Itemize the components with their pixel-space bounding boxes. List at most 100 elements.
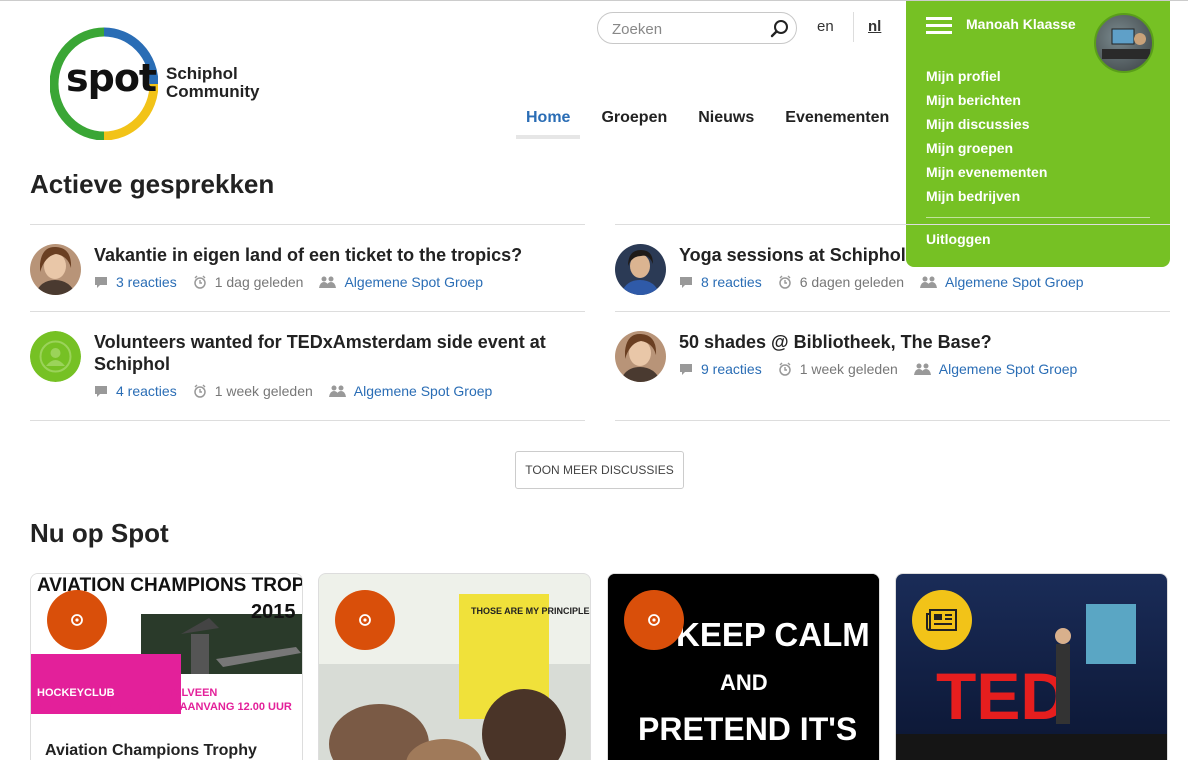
- author-avatar[interactable]: [615, 331, 666, 382]
- search-box: [597, 12, 797, 44]
- divider: [30, 311, 585, 312]
- user-avatar[interactable]: [1094, 13, 1154, 73]
- event-icon: [359, 614, 371, 626]
- poster-year: 2015: [251, 601, 296, 623]
- discussion-item[interactable]: 50 shades @ Bibliotheek, The Base? 9 rea…: [615, 331, 1170, 401]
- section-title-now: Nu op Spot: [30, 518, 169, 548]
- news-badge: [912, 590, 972, 650]
- menu-divider: [926, 217, 1150, 218]
- menu-mijn-bedrijven[interactable]: Mijn bedrijven: [926, 186, 1047, 210]
- comment-icon: [95, 277, 107, 288]
- clock-icon: [193, 384, 206, 398]
- logo-subtitle: Schiphol Community: [166, 65, 260, 101]
- poster-club2: AMSTELVEEN: [143, 687, 217, 699]
- poster-text: THOSE ARE MY PRINCIPLES, AND IF YOU DON'…: [471, 606, 591, 616]
- author-avatar[interactable]: [30, 244, 81, 295]
- group-icon: [920, 276, 938, 288]
- reactions-link[interactable]: 3 reacties: [116, 274, 177, 290]
- poster-line2: AND: [720, 670, 768, 695]
- menu-mijn-groepen[interactable]: Mijn groepen: [926, 138, 1047, 162]
- discussion-meta: 3 reacties 1 dag geleden Algemene Spot G…: [94, 274, 499, 290]
- discussion-meta: 8 reacties 6 dagen geleden Algemene Spot…: [679, 274, 1100, 290]
- menu-mijn-profiel[interactable]: Mijn profiel: [926, 66, 1047, 90]
- group-icon: [319, 276, 337, 288]
- nav-evenementen[interactable]: Evenementen: [775, 109, 899, 139]
- nav-nieuws[interactable]: Nieuws: [688, 109, 764, 139]
- search-input[interactable]: [612, 19, 762, 39]
- main-nav: Home Groepen Nieuws Evenementen: [516, 109, 910, 139]
- section-title-active: Actieve gesprekken: [30, 169, 275, 199]
- ted-sign: TED: [936, 659, 1068, 733]
- time-ago: 1 dag geleden: [214, 274, 304, 290]
- group-link[interactable]: Algemene Spot Groep: [939, 361, 1078, 377]
- logo-word: spot: [66, 56, 157, 100]
- discussion-meta: 9 reacties 1 week geleden Algemene Spot …: [679, 361, 1093, 377]
- group-icon: [913, 363, 931, 375]
- hamburger-menu-icon[interactable]: [926, 17, 952, 35]
- default-avatar-icon[interactable]: [30, 331, 81, 382]
- discussion-meta: 4 reacties 1 week geleden Algemene Spot …: [94, 383, 508, 399]
- clock-icon: [778, 362, 791, 376]
- menu-mijn-berichten[interactable]: Mijn berichten: [926, 90, 1047, 114]
- logo-sub-line1: Schiphol: [166, 64, 238, 83]
- group-link[interactable]: Algemene Spot Groep: [344, 274, 483, 290]
- event-icon: [648, 614, 660, 626]
- time-ago: 1 week geleden: [799, 361, 898, 377]
- menu-mijn-evenementen[interactable]: Mijn evenementen: [926, 162, 1047, 186]
- content-card[interactable]: THOSE ARE MY PRINCIPLES, AND IF YOU DON'…: [318, 573, 591, 760]
- discussion-title[interactable]: Yoga sessions at Schiphol: [679, 244, 1169, 266]
- clock-icon: [193, 275, 206, 289]
- card-caption[interactable]: Aviation Champions Trophy: [31, 730, 302, 760]
- group-link[interactable]: Algemene Spot Groep: [354, 383, 493, 399]
- comment-icon: [680, 364, 692, 375]
- reactions-link[interactable]: 9 reacties: [701, 361, 762, 377]
- event-badge: [335, 590, 395, 650]
- poster-club: HOCKEYCLUB: [37, 687, 115, 699]
- discussion-title[interactable]: Vakantie in eigen land of een ticket to …: [94, 244, 584, 266]
- discussion-item[interactable]: Volunteers wanted for TEDxAmsterdam side…: [30, 331, 585, 411]
- divider: [615, 420, 1170, 421]
- discussion-title[interactable]: Volunteers wanted for TEDxAmsterdam side…: [94, 331, 584, 375]
- event-badge: [47, 590, 107, 650]
- avatar-photo-icon: [1102, 28, 1150, 59]
- divider: [30, 420, 585, 421]
- discussion-item[interactable]: Vakantie in eigen land of een ticket to …: [30, 244, 585, 314]
- content-card[interactable]: AVIATION CHAMPIONS TROPHY 2015 HOCKEYCLU…: [30, 573, 303, 760]
- author-avatar[interactable]: [615, 244, 666, 295]
- discussion-title[interactable]: 50 shades @ Bibliotheek, The Base?: [679, 331, 1169, 353]
- user-menu-panel: Manoah Klaasse Mijn profiel Mijn bericht…: [906, 1, 1170, 267]
- clock-icon: [778, 275, 791, 289]
- lang-nl-link[interactable]: nl: [868, 18, 881, 35]
- logo-sub-line2: Community: [166, 82, 260, 101]
- discussion-item[interactable]: Yoga sessions at Schiphol 8 reacties 6 d…: [615, 244, 1170, 314]
- content-card[interactable]: TED: [895, 573, 1168, 760]
- poster-line3: PRETEND IT'S: [638, 711, 857, 747]
- divider: [615, 311, 1170, 312]
- nav-home[interactable]: Home: [516, 109, 581, 139]
- divider: [30, 224, 585, 225]
- time-ago: 1 week geleden: [214, 383, 313, 399]
- search-icon[interactable]: [770, 19, 790, 39]
- reactions-link[interactable]: 4 reacties: [116, 383, 177, 399]
- group-icon: [328, 385, 346, 397]
- user-name[interactable]: Manoah Klaasse: [966, 16, 1076, 32]
- time-ago: 6 dagen geleden: [799, 274, 905, 290]
- event-icon: [71, 614, 83, 626]
- poster-line1: KEEP CALM: [676, 616, 870, 653]
- event-badge: [624, 590, 684, 650]
- site-logo[interactable]: spot Schiphol Community: [50, 26, 290, 144]
- group-link[interactable]: Algemene Spot Groep: [945, 274, 1084, 290]
- show-more-discussions-button[interactable]: TOON MEER DISCUSSIES: [515, 451, 684, 489]
- lang-en-link[interactable]: en: [817, 18, 834, 35]
- comment-icon: [680, 277, 692, 288]
- newspaper-icon: [926, 609, 957, 631]
- content-card[interactable]: KEEP CALM AND PRETEND IT'S: [607, 573, 880, 760]
- reactions-link[interactable]: 8 reacties: [701, 274, 762, 290]
- poster-date: ZATERDAG 29 AUGUSTUS AANVANG 12.00 UUR: [37, 701, 292, 713]
- lang-divider: [853, 12, 854, 42]
- menu-mijn-discussies[interactable]: Mijn discussies: [926, 114, 1047, 138]
- user-menu-list: Mijn profiel Mijn berichten Mijn discuss…: [926, 66, 1047, 210]
- comment-icon: [95, 386, 107, 397]
- divider: [615, 224, 1170, 225]
- nav-groepen[interactable]: Groepen: [591, 109, 677, 139]
